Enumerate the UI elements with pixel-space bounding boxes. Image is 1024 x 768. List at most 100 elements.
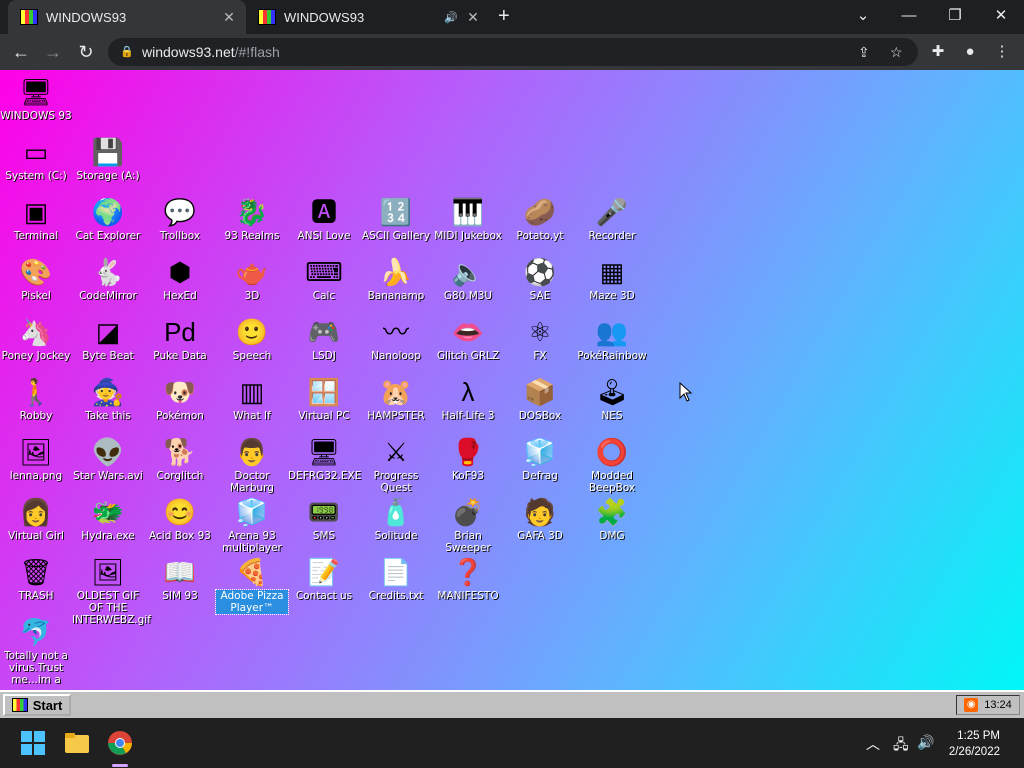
- tab-close-icon[interactable]: ✕: [220, 9, 238, 26]
- desktop-icon-dmg[interactable]: 🧩 DMG: [576, 496, 648, 542]
- system-clock[interactable]: 1:25 PM 2/26/2022: [949, 728, 1000, 760]
- rss-icon[interactable]: ◉: [964, 698, 979, 712]
- desktop-icon-byte-beat[interactable]: ◪ Byte Beat: [72, 316, 144, 362]
- desktop-icon-speech[interactable]: 🙂 Speech: [216, 316, 288, 362]
- new-tab-button[interactable]: +: [498, 5, 510, 28]
- desktop-icon-midi-jukebox[interactable]: 🎹 MIDI Jukebox: [432, 196, 504, 242]
- desktop-icon-half-life-3[interactable]: λ Half-Life 3: [432, 376, 504, 422]
- tab-windows93-inactive[interactable]: WINDOWS93 🔊 ✕: [250, 0, 490, 34]
- desktop-icon-corglitch[interactable]: 🐕 Corglitch: [144, 436, 216, 482]
- desktop-icon-acid-box-93[interactable]: 😊 Acid Box 93: [144, 496, 216, 542]
- desktop-icon-3d[interactable]: 🫖 3D: [216, 256, 288, 302]
- desktop-icon-pok-rainbow[interactable]: 👥 PokéRainbow: [576, 316, 648, 362]
- windows-start-icon[interactable]: [17, 727, 49, 759]
- desktop-icon-star-wars-avi[interactable]: 👽 Star Wars.avi: [72, 436, 144, 482]
- desktop-icon-storage-a[interactable]: 💾 Storage (A:): [72, 136, 144, 182]
- desktop-icon-calc[interactable]: ⌨ Calc: [288, 256, 360, 302]
- desktop-icon-hydra-exe[interactable]: 🐲 Hydra.exe: [72, 496, 144, 542]
- desktop-icon-lsdj[interactable]: 🎮 LSDJ: [288, 316, 360, 362]
- desktop-icon-virtual-pc[interactable]: 🪟 Virtual PC: [288, 376, 360, 422]
- desktop-icon-maze-3d[interactable]: ▦ Maze 3D: [576, 256, 648, 302]
- speaker-icon[interactable]: 🔊: [444, 11, 458, 24]
- browser-menu-icon[interactable]: ⋮: [992, 42, 1012, 62]
- nes-icon: 🕹: [595, 377, 629, 407]
- windows93-desktop[interactable]: 🖥 WINDOWS 93 ▭ System (C:) 💾 Storage (A:) ▣ Ter…: [0, 70, 1024, 690]
- chrome-icon[interactable]: [104, 727, 136, 759]
- desktop-icon-adobe-pizza-player[interactable]: 🍕 Adobe Pizza Player™: [215, 556, 289, 615]
- desktop-icon-take-this[interactable]: 🧙 Take this: [72, 376, 144, 422]
- desktop-icon-defrg32-exe[interactable]: 🖥 DEFRG32.EXE: [288, 436, 361, 482]
- desktop-icon-nes[interactable]: 🕹 NES: [576, 376, 648, 422]
- network-icon[interactable]: 🖧: [893, 734, 909, 758]
- extensions-puzzle-icon[interactable]: ✚: [928, 42, 948, 62]
- profile-icon[interactable]: ●: [960, 42, 980, 62]
- desktop-icon-bananamp[interactable]: 🍌 Bananamp: [360, 256, 432, 302]
- close-window-button[interactable]: ✕: [978, 0, 1024, 30]
- tab-close-icon[interactable]: ✕: [464, 9, 482, 26]
- share-icon[interactable]: ⇪: [858, 38, 870, 66]
- forward-button[interactable]: →: [40, 40, 66, 64]
- maximize-button[interactable]: ❐: [932, 0, 978, 30]
- desktop-icon-system-c[interactable]: ▭ System (C:): [0, 136, 72, 182]
- desktop-icon-sim-93[interactable]: 📖 SIM 93: [144, 556, 216, 602]
- tab-windows93-active[interactable]: WINDOWS93 ✕: [8, 0, 246, 34]
- desktop-icon-piskel[interactable]: 🎨 Piskel: [0, 256, 72, 302]
- desktop-icon-arena-93-multiplayer[interactable]: 🧊 Arena 93 multiplayer: [216, 496, 288, 554]
- desktop-icon-trash[interactable]: 🗑 TRASH: [0, 556, 72, 602]
- desktop-icon-what-if[interactable]: ▥ What If: [216, 376, 288, 422]
- desktop-icon-doctor-marburg[interactable]: 👨 Doctor Marburg: [216, 436, 288, 494]
- file-explorer-icon[interactable]: [61, 727, 93, 759]
- desktop-icon-nanoloop[interactable]: 〰 Nanoloop: [360, 316, 432, 362]
- desktop-icon-robby[interactable]: 🚶 Robby: [0, 376, 72, 422]
- desktop-icon-gafa-3d[interactable]: 🧑 GAFA 3D: [504, 496, 576, 542]
- desktop-icon-virtual-girl[interactable]: 👩 Virtual Girl: [0, 496, 72, 542]
- desktop-icon-oldest-gif-of-the-interwebz-gif[interactable]: 🖼 OLDEST GIF OF THE INTERWEBZ.gif: [72, 556, 151, 626]
- desktop-icon-hampster[interactable]: 🐹 HAMPSTER: [360, 376, 432, 422]
- nanoloop-icon: 〰: [382, 317, 409, 347]
- desktop-icon-kof93[interactable]: 🥊 KoF93: [432, 436, 504, 482]
- desktop-icon-hexed[interactable]: ⬢ HexEd: [144, 256, 216, 302]
- volume-icon[interactable]: 🔊: [917, 734, 934, 751]
- desktop-icon-puke-data[interactable]: Pd Puke Data: [144, 316, 216, 362]
- chevron-up-icon[interactable]: ︿: [866, 734, 880, 754]
- desktop-icon-terminal[interactable]: ▣ Terminal: [0, 196, 72, 242]
- desktop-icon-brian-sweeper[interactable]: 💣 Brian Sweeper: [432, 496, 504, 554]
- desktop-icon-glitch-grlz[interactable]: 👄 Glitch GRLZ: [432, 316, 504, 362]
- desktop-icon-lenna-png[interactable]: 🖼 lenna.png: [0, 436, 72, 482]
- desktop-icon-totally-not-a-virus-trust-me-im-a-dolphin[interactable]: 🐬Totally not a virus.Trust me...im a dol…: [0, 616, 72, 686]
- desktop-icon-manifesto[interactable]: ❓ MANIFESTO: [432, 556, 504, 602]
- desktop-icon-solitude[interactable]: 🧴 Solitude: [360, 496, 432, 542]
- desktop-icon-poney-jockey[interactable]: 🦄 Poney Jockey: [0, 316, 72, 362]
- midi-jukebox-icon: 🎹: [451, 197, 485, 227]
- lock-icon[interactable]: 🔒: [120, 38, 134, 66]
- bookmark-star-icon[interactable]: ☆: [890, 38, 903, 66]
- address-url[interactable]: windows93.net/#!flash: [142, 38, 280, 66]
- desktop-icon-contact-us[interactable]: 📝 Contact us: [288, 556, 360, 602]
- desktop-icon-pok-mon[interactable]: 🐶 Pokémon: [144, 376, 216, 422]
- desktop-icon-g80-m3u[interactable]: 🔈 G80.M3U: [432, 256, 504, 302]
- desktop-icon-progress-quest[interactable]: ⚔ Progress Quest: [360, 436, 432, 494]
- desktop-icon-windows-93[interactable]: 🖥 WINDOWS 93: [0, 76, 72, 122]
- desktop-icon-codemirror[interactable]: 🐇 CodeMirror: [72, 256, 144, 302]
- minimize-button[interactable]: —: [886, 0, 932, 30]
- desktop-icon-93-realms[interactable]: 🐉 93 Realms: [216, 196, 288, 242]
- desktop-icon-modded-beepbox[interactable]: ⭕ Modded BeepBox: [576, 436, 648, 494]
- desktop-icon-potato-yt[interactable]: 🥔 Potato.yt: [504, 196, 576, 242]
- address-bar[interactable]: 🔒 windows93.net/#!flash ⇪ ☆: [108, 38, 918, 66]
- desktop-icon-sms[interactable]: 📟 SMS: [288, 496, 360, 542]
- desktop-icon-defrag[interactable]: 🧊 Defrag: [504, 436, 576, 482]
- desktop-icon-credits-txt[interactable]: 📄 Credits.txt: [360, 556, 432, 602]
- desktop-icon-label: Trollbox: [159, 230, 201, 242]
- tab-search-chevron-icon[interactable]: ⌄: [840, 0, 886, 30]
- back-button[interactable]: ←: [8, 40, 34, 64]
- desktop-icon-fx[interactable]: ⚛ FX: [504, 316, 576, 362]
- desktop-icon-ansi-love[interactable]: 🅰 ANSI Love: [288, 196, 360, 242]
- desktop-icon-trollbox[interactable]: 💬 Trollbox: [144, 196, 216, 242]
- desktop-icon-cat-explorer[interactable]: 🌍 Cat Explorer: [72, 196, 144, 242]
- desktop-icon-sae[interactable]: ⚽ SAE: [504, 256, 576, 302]
- desktop-icon-ascii-gallery[interactable]: 🔢 ASCII Gallery: [360, 196, 432, 242]
- reload-button[interactable]: ↻: [73, 40, 99, 64]
- start-button[interactable]: Start: [3, 694, 71, 716]
- desktop-icon-dosbox[interactable]: 📦 DOSBox: [504, 376, 576, 422]
- desktop-icon-recorder[interactable]: 🎤 Recorder: [576, 196, 648, 242]
